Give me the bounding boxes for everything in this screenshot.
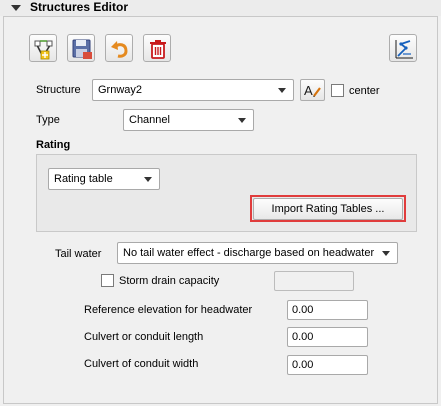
type-value: Channel <box>129 114 170 126</box>
culvert-width-label: Culvert of conduit width <box>84 358 199 370</box>
structure-label: Structure <box>36 84 81 96</box>
storm-drain-label: Storm drain capacity <box>119 275 220 287</box>
storm-drain-input[interactable] <box>274 271 354 291</box>
add-structure-button[interactable] <box>29 34 57 62</box>
storm-drain-checkbox[interactable] <box>101 274 114 287</box>
schematize-button[interactable] <box>389 34 417 62</box>
undo-button[interactable] <box>105 34 133 62</box>
type-select[interactable]: Channel <box>123 109 254 131</box>
culvert-length-input[interactable]: 0.00 <box>287 327 368 347</box>
structure-value: Grnway2 <box>98 84 143 96</box>
rating-select[interactable]: Rating table <box>48 168 160 190</box>
culvert-width-input[interactable]: 0.00 <box>287 355 368 375</box>
tailwater-label: Tail water <box>55 248 102 260</box>
center-label: center <box>349 85 380 97</box>
highlight-box <box>250 195 406 222</box>
panel-title: Structures Editor <box>30 0 129 14</box>
chevron-down-icon <box>144 177 152 182</box>
culvert-length-label: Culvert or conduit length <box>84 331 204 343</box>
save-icon <box>72 39 92 59</box>
chevron-down-icon <box>238 118 246 123</box>
structure-select[interactable]: Grnway2 <box>92 79 294 101</box>
chevron-down-icon <box>278 88 286 93</box>
panel-titlebar[interactable]: Structures Editor <box>0 0 441 16</box>
tailwater-select[interactable]: No tail water effect - discharge based o… <box>117 242 398 264</box>
trash-icon <box>150 40 166 59</box>
ref-elev-label: Reference elevation for headwater <box>84 304 253 316</box>
type-label: Type <box>36 114 60 126</box>
tailwater-value: No tail water effect - discharge based o… <box>123 247 375 259</box>
rating-label: Rating <box>36 139 71 151</box>
collapse-arrow-icon[interactable] <box>11 5 21 11</box>
font-icon: A <box>304 83 321 98</box>
schematize-icon <box>395 40 413 59</box>
add-structure-icon <box>34 40 53 60</box>
font-button[interactable]: A <box>300 79 325 101</box>
delete-button[interactable] <box>143 34 171 62</box>
undo-icon <box>111 41 128 58</box>
svg-text:A: A <box>304 83 313 98</box>
center-checkbox[interactable] <box>331 84 344 97</box>
save-button[interactable] <box>67 34 95 62</box>
ref-elev-input[interactable]: 0.00 <box>287 300 368 320</box>
chevron-down-icon <box>382 251 390 256</box>
